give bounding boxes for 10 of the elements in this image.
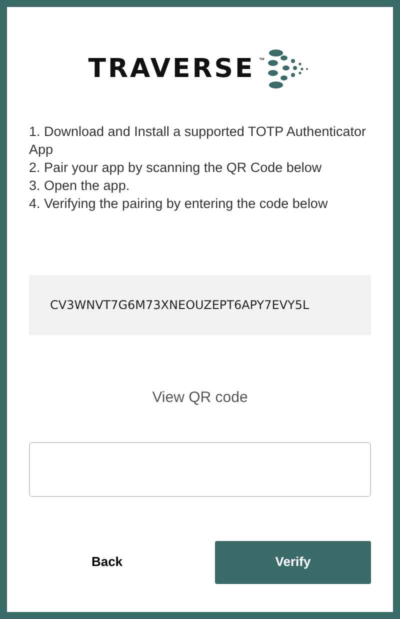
instruction-step: 3. Open the app. [29,177,371,195]
verify-button[interactable]: Verify [215,540,371,584]
logo-text: TRAVERSE [88,56,255,82]
instruction-step: 4. Verifying the pairing by entering the code below [29,195,371,213]
view-qr-link[interactable]: View QR code [152,387,248,410]
instruction-step: 2. Pair your app by scanning the QR Code below [29,159,371,177]
back-button[interactable]: Back [29,540,185,584]
secret-key: CV3WNVT7G6M73XNEOUZEPT6APY7EVY5L [50,296,310,314]
code-input-field[interactable] [29,442,371,496]
instruction-step: 1. Download and Install a supported TOTP Authenticator App [29,123,371,159]
